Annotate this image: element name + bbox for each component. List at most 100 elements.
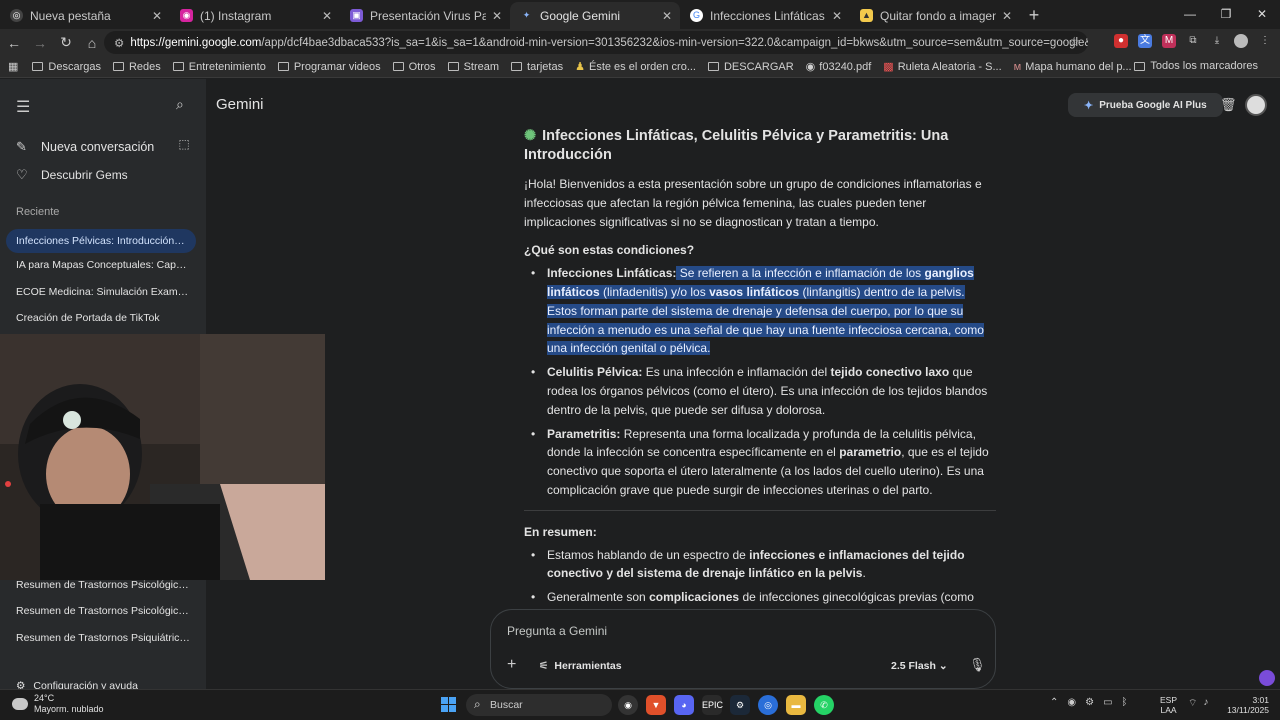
canva-icon: ▣ <box>350 9 363 22</box>
avatar[interactable] <box>1245 94 1267 116</box>
share-icon[interactable]: 🗑 <box>1220 97 1237 113</box>
webcam-image <box>0 334 325 580</box>
tab-instagram[interactable]: ◉ (1) Instagram ✕ <box>170 2 340 29</box>
close-icon[interactable]: ✕ <box>492 9 502 23</box>
clock[interactable]: 3:01 13/11/2025 <box>1224 695 1269 715</box>
conversation-item[interactable]: IA para Mapas Conceptuales: Capaci... <box>16 259 192 271</box>
close-icon[interactable]: ✕ <box>1002 9 1012 23</box>
tab-new-tab[interactable]: ◎ Nueva pestaña ✕ <box>0 2 170 29</box>
image-icon: ▲ <box>860 9 873 22</box>
file-explorer-icon[interactable]: ▬ <box>786 695 806 715</box>
epic-games-icon[interactable]: EPIC <box>702 695 723 715</box>
extension-red-icon[interactable]: ● <box>1114 34 1128 48</box>
close-icon[interactable]: ✕ <box>322 9 332 23</box>
copilot-icon[interactable] <box>1259 670 1275 686</box>
bookmark-label: Stream <box>463 60 500 73</box>
conversation-item-active[interactable]: Infecciones Pélvicas: Introducción y ... <box>6 229 196 253</box>
add-icon[interactable]: + <box>507 656 516 674</box>
bacteria-icon: ✺ <box>524 128 537 144</box>
weather-desc: Mayorm. nublado <box>34 704 104 714</box>
bookmark-otros[interactable]: Otros <box>392 60 436 73</box>
bluetooth-icon[interactable]: ᛒ <box>1122 697 1128 708</box>
restore-icon[interactable]: ❐ <box>1208 0 1244 28</box>
all-bookmarks[interactable]: Todos los marcadores <box>1134 60 1258 72</box>
address-bar[interactable]: ⚙ https://gemini.google.com/app/dcf4bae3… <box>104 31 1088 54</box>
display-icon[interactable]: ▭ <box>1103 697 1112 708</box>
text: Generalmente son <box>547 590 650 605</box>
weather-widget[interactable]: 24°C Mayorm. nublado <box>12 693 104 715</box>
folder-icon <box>172 62 184 71</box>
bookmark-descargas[interactable]: Descargas <box>32 61 101 73</box>
bookmark-redes[interactable]: Redes <box>112 61 161 73</box>
term: Celulitis Pélvica: <box>547 365 643 380</box>
close-window-icon[interactable]: ✕ <box>1244 0 1280 28</box>
tab-gemini[interactable]: ✦ Google Gemini ✕ <box>510 2 680 29</box>
menu-icon[interactable]: ☰ <box>16 97 30 117</box>
steam-tray-icon[interactable]: ⚙ <box>1085 697 1094 708</box>
windows-start-icon[interactable] <box>441 697 456 712</box>
tools-button[interactable]: ⚟ Herramientas <box>539 660 622 672</box>
reload-icon[interactable]: ↻ <box>54 34 78 51</box>
bookmark-programar[interactable]: Programar videos <box>277 61 381 73</box>
close-icon[interactable]: ✕ <box>662 9 672 23</box>
site-info-icon[interactable]: ⚙ <box>114 36 124 50</box>
bookmark-label: Otros <box>408 60 436 73</box>
puzzle-icon[interactable]: ⧉ <box>1186 34 1200 48</box>
bookmark-descargar[interactable]: DESCARGAR <box>707 61 794 73</box>
new-tab-button[interactable]: + <box>1020 2 1048 29</box>
apps-grid-icon[interactable]: ▦ <box>8 60 18 73</box>
forward-icon[interactable]: → <box>28 35 52 51</box>
tray-app-icon[interactable]: ◉ <box>1067 697 1076 708</box>
conversation-item[interactable]: Creación de Portada de TikTok <box>16 312 192 324</box>
chevron-up-icon[interactable]: ⌃ <box>1050 697 1058 708</box>
minimize-icon[interactable]: — <box>1172 0 1208 28</box>
bookmark-mapa[interactable]: ᴍ Mapa humano del p... <box>1014 61 1132 73</box>
home-icon[interactable]: ⌂ <box>80 35 104 51</box>
obs-icon[interactable]: ◉ <box>618 695 638 715</box>
tab-presentacion[interactable]: ▣ Presentación Virus Papiloma Hu ✕ <box>340 2 510 29</box>
temperature: 24°C <box>34 693 55 703</box>
tab-strip: ◎ Nueva pestaña ✕ ◉ (1) Instagram ✕ ▣ Present… <box>0 0 1280 29</box>
close-icon[interactable]: ✕ <box>152 9 162 23</box>
date: 13/11/2025 <box>1227 705 1269 715</box>
conversation-item[interactable]: Resumen de Trastornos Psiquiátricos ... <box>16 632 192 644</box>
search-icon[interactable]: ⌕ <box>176 96 184 113</box>
back-icon[interactable]: ← <box>2 35 26 51</box>
prompt-input[interactable] <box>507 620 977 642</box>
steam-icon[interactable]: ⚙ <box>730 695 750 715</box>
bookmark-ruleta[interactable]: ▩ Ruleta Aleatoria - S... <box>883 60 1001 74</box>
profile-icon[interactable] <box>1234 34 1248 48</box>
bookmark-stream[interactable]: Stream <box>447 60 500 73</box>
new-chat-button[interactable]: ✎ Nueva conversación <box>16 139 154 155</box>
conversation-item[interactable]: Resumen de Trastornos Psicológicos ... <box>16 605 192 617</box>
whatsapp-icon[interactable]: ✆ <box>814 695 834 715</box>
language-indicator[interactable]: ESP LAA <box>1160 695 1177 715</box>
menu-dots-icon[interactable]: ⋮ <box>1258 34 1272 48</box>
status-icons[interactable]: ⌔ ♪ <box>1188 697 1208 710</box>
upgrade-button[interactable]: ✦ Prueba Google AI Plus <box>1068 93 1223 117</box>
folder-icon <box>707 62 719 71</box>
model-selector[interactable]: 2.5 Flash ⌄ <box>891 660 948 672</box>
bookmark-entretenimiento[interactable]: Entretenimiento <box>172 61 266 73</box>
tab-quitar-fondo[interactable]: ▲ Quitar fondo a imagenes online ✕ <box>850 2 1020 29</box>
close-icon[interactable]: ✕ <box>832 9 842 23</box>
conversation-item[interactable]: ECOE Medicina: Simulación Examen F... <box>16 286 192 298</box>
bookmark-orden[interactable]: ♟ Éste es el orden cro... <box>575 60 696 74</box>
download-icon[interactable]: ⤓ <box>1210 34 1224 48</box>
bookmark-pdf[interactable]: ◉ f03240.pdf <box>806 60 872 74</box>
tab-infecciones[interactable]: G Infecciones Linfáticas (Linfaden ✕ <box>680 2 850 29</box>
bookmark-tarjetas[interactable]: tarjetas <box>511 61 563 73</box>
discover-gems[interactable]: ♡ Descubrir Gems <box>16 167 128 183</box>
microphone-icon[interactable]: 🎙 <box>969 657 986 673</box>
translate-icon[interactable]: 文 <box>1138 34 1152 48</box>
discord-icon[interactable]: ◕ <box>674 695 694 715</box>
brave-icon[interactable]: ▼ <box>646 695 666 715</box>
chrome-icon[interactable]: ◎ <box>758 695 778 715</box>
taskbar-search[interactable]: Buscar <box>466 694 612 716</box>
summary-heading: En resumen: <box>524 524 597 539</box>
extension-pink-icon[interactable]: M <box>1162 34 1176 48</box>
chevron-down-icon: ⌄ <box>938 660 948 672</box>
temporary-chat-icon[interactable]: ⬚ <box>172 137 196 155</box>
conversation-item[interactable]: Resumen de Trastornos Psicológicos ... <box>16 579 192 591</box>
bookmark-star-icon[interactable]: ☆ <box>1068 34 1080 50</box>
